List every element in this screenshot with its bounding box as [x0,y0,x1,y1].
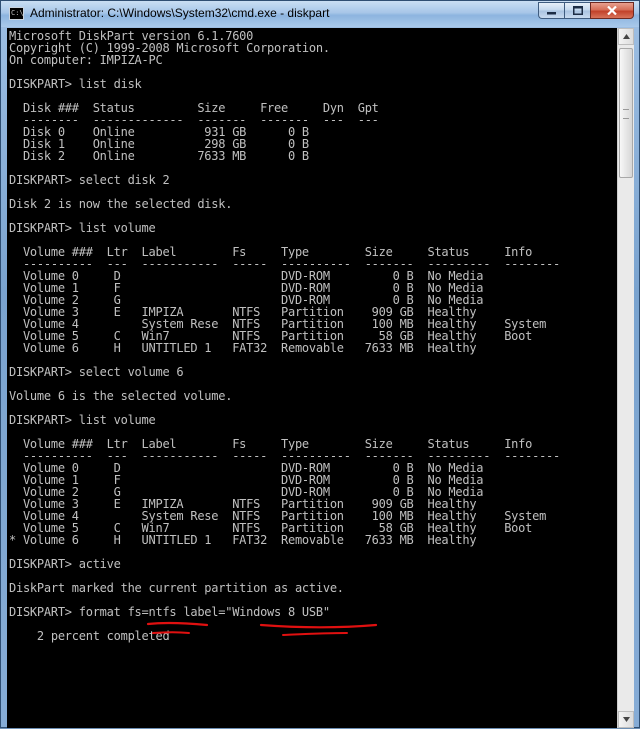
console-line: Volume 6 H UNTITLED 1 FAT32 Removable 76… [9,341,477,355]
maximize-icon [572,6,583,15]
console-line: DISKPART> select volume 6 [9,365,184,379]
console-line: 2 percent completed [9,629,170,643]
console-line: DISKPART> select disk 2 [9,173,170,187]
scrollbar-grip-icon [623,109,629,119]
console-line: DISKPART> list volume [9,221,156,235]
scroll-down-arrow-icon [622,717,630,722]
console-line: Disk 2 Online 7633 MB 0 B [9,149,309,163]
console-line: On computer: IMPIZA-PC [9,53,163,67]
console-text: Microsoft DiskPart version 6.1.7600 Copy… [9,30,560,642]
console-line: Disk 2 is now the selected disk. [9,197,233,211]
console-line: DISKPART> list disk [9,77,142,91]
scrollbar-thumb[interactable] [619,48,633,178]
close-button[interactable] [590,2,634,19]
maximize-button[interactable] [564,2,590,19]
scroll-up-button[interactable] [618,28,634,45]
cmd-app-icon[interactable]: C:\ [9,7,24,20]
cmd-window: C:\ Administrator: C:\Windows\System32\c… [0,0,640,728]
console-line: DiskPart marked the current partition as… [9,581,344,595]
vertical-scrollbar[interactable] [617,28,634,728]
console-line: Volume 6 is the selected volume. [9,389,233,403]
caption-buttons [538,2,634,20]
console-line: DISKPART> list volume [9,413,156,427]
console-output[interactable]: Microsoft DiskPart version 6.1.7600 Copy… [7,28,617,728]
window-title: Administrator: C:\Windows\System32\cmd.e… [30,6,330,20]
minimize-button[interactable] [538,2,564,19]
minimize-icon [547,12,556,15]
console-line: DISKPART> active [9,557,121,571]
scroll-down-button[interactable] [618,711,634,728]
close-icon [607,6,617,15]
console-line: * Volume 6 H UNTITLED 1 FAT32 Removable … [9,533,477,547]
scroll-up-arrow-icon [622,34,630,39]
console-line: DISKPART> format fs=ntfs label="Windows … [9,605,330,619]
title-bar[interactable]: C:\ Administrator: C:\Windows\System32\c… [1,1,639,27]
